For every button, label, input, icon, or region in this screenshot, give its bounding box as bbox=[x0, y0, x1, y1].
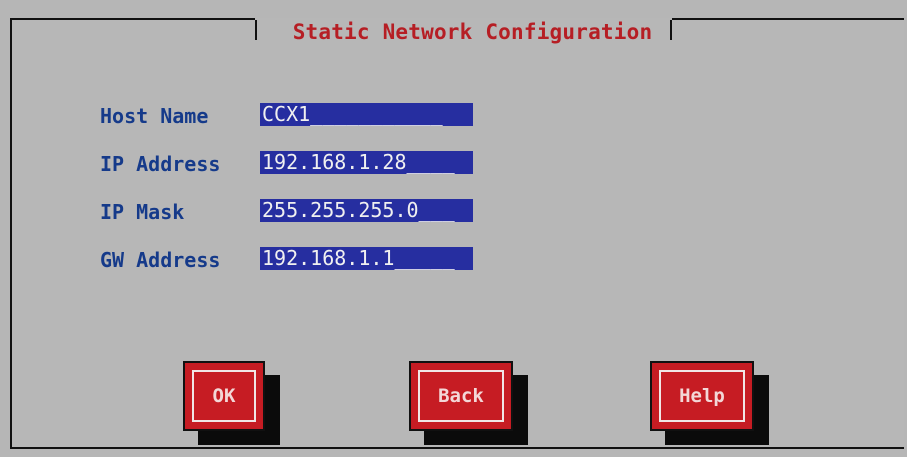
title-tick-right bbox=[670, 20, 672, 40]
dialog-border-left bbox=[10, 18, 12, 449]
ip-address-label: IP Address bbox=[100, 152, 221, 176]
help-button[interactable]: Help bbox=[650, 361, 754, 431]
title-tick-left bbox=[255, 20, 257, 40]
ip-address-input[interactable]: 192.168.1.28____ bbox=[260, 151, 473, 174]
dialog-border-top-right bbox=[672, 18, 904, 20]
dialog-border-bottom bbox=[10, 447, 904, 449]
ip-mask-label: IP Mask bbox=[100, 200, 185, 224]
ip-mask-input[interactable]: 255.255.255.0___ bbox=[260, 199, 473, 222]
gw-address-label: GW Address bbox=[100, 248, 221, 272]
host-name-input[interactable]: CCX1___________ bbox=[260, 103, 473, 126]
host-name-label: Host Name bbox=[100, 104, 209, 128]
gw-address-input[interactable]: 192.168.1.1_____ bbox=[260, 247, 473, 270]
back-button[interactable]: Back bbox=[409, 361, 513, 431]
dialog-border-top-left bbox=[10, 18, 255, 20]
network-config-dialog: Static Network Configuration Host Name C… bbox=[10, 18, 904, 449]
dialog-title: Static Network Configuration bbox=[265, 20, 680, 44]
ok-button[interactable]: OK bbox=[183, 361, 265, 431]
